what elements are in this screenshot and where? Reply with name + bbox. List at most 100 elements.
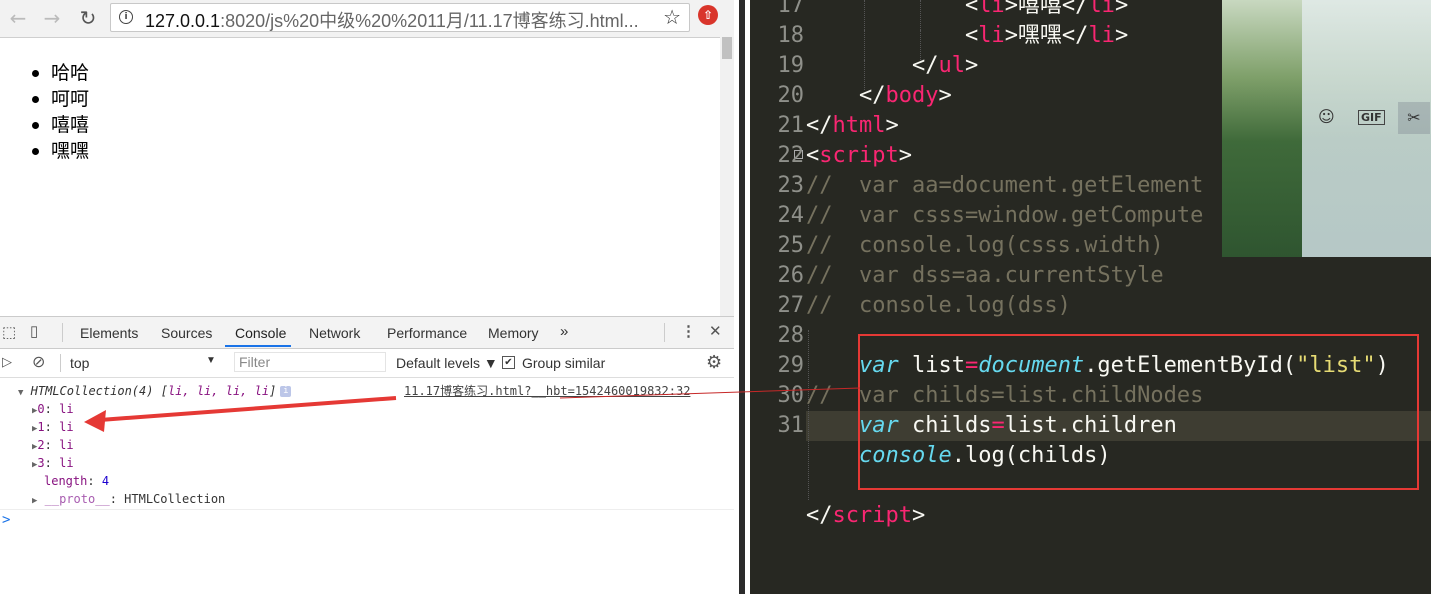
- line-number: 20: [777, 83, 805, 108]
- log-head-suffix: ]: [269, 384, 277, 398]
- code-token: // console.log(csss.width): [806, 233, 1164, 258]
- tab-performance[interactable]: Performance: [387, 325, 467, 341]
- code-token: li: [1088, 23, 1115, 48]
- code-token: <: [806, 23, 979, 48]
- tab-network[interactable]: Network: [309, 325, 360, 341]
- log-head-prefix: HTMLCollection(4) [: [30, 384, 168, 398]
- browser-window: ← → ↻ i 127.0.0.1:8020/js%20中级%20%2011月/…: [0, 0, 734, 594]
- filter-input[interactable]: [234, 352, 386, 372]
- reload-button[interactable]: ↻: [76, 6, 100, 30]
- entry-index: 3: [37, 456, 45, 470]
- separator: [664, 323, 665, 342]
- code-token: ul: [938, 53, 965, 78]
- line-number: 27: [777, 293, 805, 318]
- separator: [60, 354, 61, 372]
- context-select[interactable]: top: [70, 355, 220, 371]
- proto-row[interactable]: ▶ __proto__: HTMLCollection: [32, 490, 225, 508]
- browser-toolbar: ← → ↻ i 127.0.0.1:8020/js%20中级%20%2011月/…: [0, 0, 734, 38]
- code-line[interactable]: <script>: [806, 141, 912, 171]
- list-item: 嘻嘻: [32, 112, 89, 138]
- log-entry-row[interactable]: ▶2: li: [32, 436, 74, 454]
- close-icon[interactable]: ✕: [709, 322, 722, 340]
- code-token: >: [938, 83, 952, 108]
- code-token: // console.log(dss): [806, 293, 1071, 318]
- expand-triangle-icon[interactable]: ▶: [32, 496, 37, 506]
- levels-dropdown[interactable]: Default levels ▼: [396, 355, 498, 371]
- devtools-tabbar: ⬚ ▯ Elements Sources Console Network Perform…: [0, 317, 734, 349]
- proto-key: __proto__: [44, 492, 110, 506]
- entry-index: 0: [37, 402, 45, 416]
- info-icon[interactable]: i: [119, 10, 133, 24]
- back-button[interactable]: ←: [6, 6, 30, 30]
- item-list: 哈哈 呵呵 嘻嘻 嘿嘿: [32, 60, 89, 164]
- code-line[interactable]: // console.log(dss): [806, 291, 1071, 321]
- code-line[interactable]: <li>嘿嘿</li>: [806, 21, 1128, 51]
- forward-button[interactable]: →: [40, 6, 64, 30]
- expand-triangle-icon[interactable]: ▼: [18, 388, 23, 398]
- overlay-toolbar: ☺ GIF ✂: [1302, 100, 1431, 136]
- emoji-icon[interactable]: ☺: [1318, 107, 1335, 126]
- line-number: 25: [777, 233, 805, 258]
- info-icon[interactable]: i: [280, 386, 292, 397]
- code-line[interactable]: </script>: [806, 501, 925, 531]
- inspect-element-icon[interactable]: ⬚: [2, 323, 16, 341]
- address-bar[interactable]: i 127.0.0.1:8020/js%20中级%20%2011月/11.17博…: [110, 3, 690, 32]
- line-number: 18: [777, 23, 805, 48]
- log-entry-row[interactable]: ▶0: li: [32, 400, 74, 418]
- line-number: 31: [777, 413, 805, 438]
- gear-icon[interactable]: ⚙: [706, 352, 722, 373]
- code-line[interactable]: <li>嘻嘻</li>: [806, 0, 1128, 21]
- source-link[interactable]: 11.17博客练习.html?__hbt=1542460019832:32: [404, 382, 690, 400]
- clear-console-icon[interactable]: ⊘: [32, 352, 45, 372]
- device-toolbar-icon[interactable]: ▯: [30, 322, 38, 340]
- kebab-menu-icon[interactable]: ⋮: [681, 322, 696, 340]
- code-line[interactable]: </html>: [806, 111, 899, 141]
- list-item: 嘿嘿: [32, 138, 89, 164]
- length-value: 4: [101, 474, 110, 488]
- gif-icon[interactable]: GIF: [1358, 110, 1385, 125]
- code-line[interactable]: // var dss=aa.currentStyle: [806, 261, 1164, 291]
- line-number: 24: [777, 203, 805, 228]
- code-editor[interactable]: 17 <li>嘻嘻</li> 18 <li>嘿嘿</li> 19 </ul> 20 <…: [750, 0, 1431, 594]
- url-text[interactable]: 127.0.0.1:8020/js%20中级%20%2011月/11.17博客练…: [145, 7, 639, 33]
- show-sidebar-icon[interactable]: ▷: [2, 354, 12, 370]
- extension-icon[interactable]: ⇧: [698, 5, 718, 25]
- tab-console[interactable]: Console: [235, 325, 286, 341]
- bookmark-star-icon[interactable]: ☆: [663, 5, 681, 29]
- code-token: </: [806, 113, 833, 138]
- code-token: >: [964, 53, 979, 78]
- scissors-icon[interactable]: ✂: [1398, 102, 1430, 134]
- line-number: 26: [777, 263, 805, 288]
- code-line[interactable]: </ul>: [806, 51, 978, 81]
- code-token: script: [819, 143, 899, 168]
- entry-value: li: [59, 456, 74, 470]
- line-number: 21: [777, 113, 805, 138]
- code-line[interactable]: // console.log(csss.width): [806, 231, 1164, 261]
- tab-sources[interactable]: Sources: [161, 325, 212, 341]
- line-number: 22: [777, 143, 805, 168]
- log-entry-row[interactable]: ▶1: li: [32, 418, 74, 436]
- code-line[interactable]: // var csss=window.getCompute: [806, 201, 1203, 231]
- code-token: >嘻嘻</: [1004, 0, 1089, 18]
- devtools-panel: ⬚ ▯ Elements Sources Console Network Perform…: [0, 316, 734, 594]
- length-key: length: [44, 474, 88, 488]
- chevron-down-icon: ▼: [206, 355, 216, 366]
- window-divider: [734, 0, 750, 594]
- tab-memory[interactable]: Memory: [488, 325, 539, 341]
- url-path: :8020/js%20中级%20%2011月/11.17博客练习.html...: [220, 11, 639, 31]
- code-line[interactable]: </body>: [806, 81, 952, 111]
- console-prompt[interactable]: >: [0, 509, 734, 528]
- proto-value: HTMLCollection: [124, 492, 226, 506]
- more-tabs-button[interactable]: »: [560, 323, 568, 340]
- log-entry-row[interactable]: ▶3: li: [32, 454, 74, 472]
- log-entry-head[interactable]: ▼ HTMLCollection(4) [li, li, li, li] i: [18, 382, 292, 400]
- scroll-thumb[interactable]: [722, 37, 732, 59]
- code-line[interactable]: // var aa=document.getElement: [806, 171, 1203, 201]
- group-similar-checkbox[interactable]: ✔: [502, 356, 515, 369]
- url-host: 127.0.0.1: [145, 11, 221, 31]
- line-number: 28: [777, 323, 805, 348]
- line-number: 29: [777, 353, 805, 378]
- console-toolbar: ▷ ⊘ top ▼ Default levels ▼ ✔ Group simil…: [0, 349, 734, 378]
- tab-elements[interactable]: Elements: [80, 325, 138, 341]
- line-number: 30: [777, 383, 805, 408]
